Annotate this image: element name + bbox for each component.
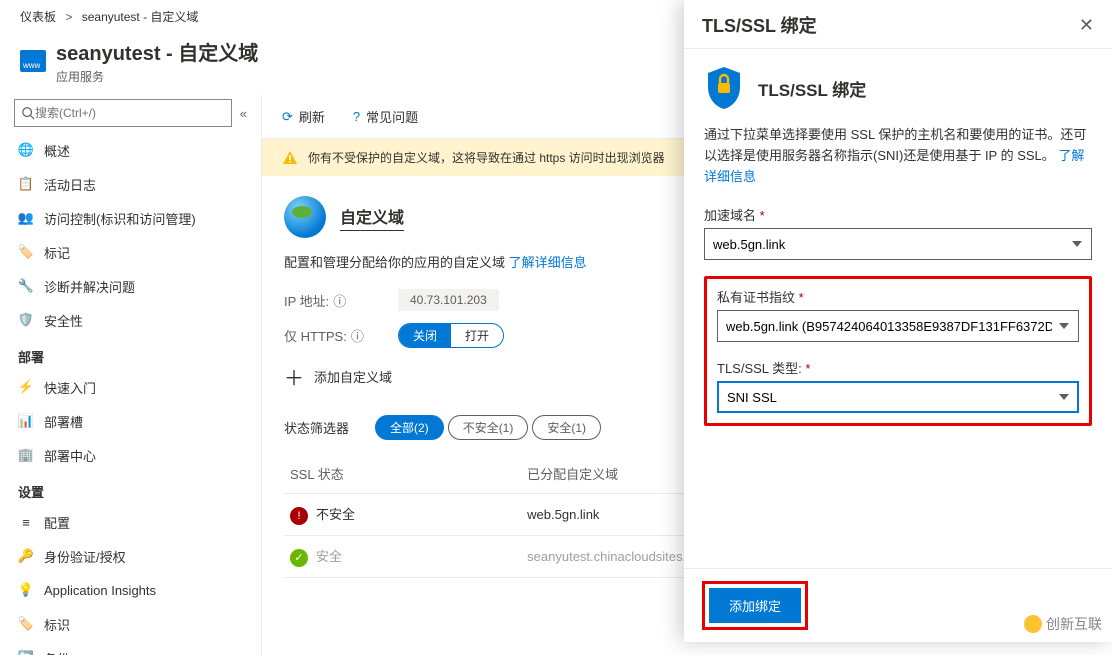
search-icon: [21, 106, 35, 120]
collapse-sidebar-icon[interactable]: «: [240, 106, 247, 121]
nav-icon: 👥: [18, 210, 34, 226]
thumb-label: 私有证书指纹 *: [717, 287, 1079, 306]
ip-value: 40.73.101.203: [398, 289, 499, 311]
nav-icon: 🔑: [18, 548, 34, 564]
sidebar-item[interactable]: 🔧 诊断并解决问题: [0, 269, 261, 303]
status-icon: !: [290, 507, 308, 525]
thumbprint-select[interactable]: web.5gn.link (B957424064013358E9387DF131…: [717, 310, 1079, 342]
faq-button[interactable]: ?常见问题: [353, 107, 418, 126]
sidebar-item[interactable]: ⚡ 快速入门: [0, 370, 261, 404]
sidebar-item-label: 访问控制(标识和访问管理): [44, 209, 196, 228]
nav-section-settings: 设置: [0, 472, 261, 505]
sidebar-item[interactable]: 🛡️ 安全性: [0, 303, 261, 337]
sidebar: « 🌐 概述 📋 活动日志 👥 访问控制(标识和访问管理) 🏷️ 标记 🔧 诊断并解决问题 🛡️ 安全…: [0, 95, 262, 655]
sidebar-item-label: 标识: [44, 615, 70, 634]
nav-icon: 🛡️: [18, 312, 34, 328]
panel-subtitle: TLS/SSL 绑定: [758, 76, 866, 101]
nav-icon: ≡: [18, 514, 34, 530]
nav-icon: 🌐: [18, 142, 34, 158]
https-label: 仅 HTTPS:: [284, 326, 347, 345]
close-icon[interactable]: ✕: [1079, 15, 1094, 36]
breadcrumb-root[interactable]: 仪表板: [20, 10, 56, 24]
tls-panel: TLS/SSL 绑定 ✕ TLS/SSL 绑定 通过下拉菜单选择要使用 SSL …: [684, 0, 1112, 642]
nav-section-deploy: 部署: [0, 337, 261, 370]
info-icon[interactable]: ⓘ: [351, 326, 364, 345]
plus-icon: ＋: [284, 362, 304, 391]
panel-title: TLS/SSL 绑定: [702, 12, 817, 38]
shield-icon: [704, 65, 744, 111]
sidebar-item-label: 安全性: [44, 311, 83, 330]
toggle-on[interactable]: 打开: [451, 324, 503, 347]
panel-desc: 通过下拉菜单选择要使用 SSL 保护的主机名和要使用的证书。还可以选择是使用服务…: [704, 125, 1092, 187]
ip-label: IP 地址:: [284, 291, 329, 310]
sidebar-item[interactable]: 🔑 身份验证/授权: [0, 539, 261, 573]
refresh-icon: ⟳: [282, 109, 293, 125]
sidebar-item-label: 部署中心: [44, 446, 96, 465]
host-select[interactable]: web.5gn.link: [704, 228, 1092, 260]
sidebar-item[interactable]: 🌐 概述: [0, 133, 261, 167]
search-input[interactable]: [35, 106, 225, 120]
sidebar-item-label: 活动日志: [44, 175, 96, 194]
page-title: seanyutest - 自定义域: [56, 37, 258, 66]
sidebar-item[interactable]: 🏷️ 标记: [0, 235, 261, 269]
warning-icon: [282, 150, 298, 166]
sidebar-item-label: 部署槽: [44, 412, 83, 431]
watermark: 创新互联: [1024, 614, 1102, 634]
nav-icon: 📊: [18, 413, 34, 429]
cell-status: !不安全: [284, 494, 521, 536]
help-icon: ?: [353, 109, 360, 124]
sidebar-item[interactable]: 👥 访问控制(标识和访问管理): [0, 201, 261, 235]
nav-icon: 🏷️: [18, 244, 34, 260]
nav-icon: 📋: [18, 176, 34, 192]
app-service-icon: [20, 50, 46, 72]
learn-more-link[interactable]: 了解详细信息: [509, 255, 587, 270]
info-icon[interactable]: ⓘ: [333, 291, 346, 310]
toggle-off[interactable]: 关闭: [399, 324, 451, 347]
pill-secure[interactable]: 安全(1): [532, 415, 601, 440]
th-ssl: SSL 状态: [284, 454, 521, 494]
filter-label: 状态筛选器: [284, 418, 349, 437]
host-label: 加速域名 *: [704, 205, 1092, 224]
warning-text: 你有不受保护的自定义域，这将导致在通过 https 访问时出现浏览器: [308, 149, 665, 166]
nav-icon: 🔧: [18, 278, 34, 294]
refresh-button[interactable]: ⟳刷新: [282, 107, 325, 126]
add-domain-label: 添加自定义域: [314, 367, 392, 386]
sidebar-item-label: 概述: [44, 141, 70, 160]
status-icon: ✓: [290, 549, 308, 567]
https-toggle[interactable]: 关闭 打开: [398, 323, 504, 348]
sidebar-item-label: 身份验证/授权: [44, 547, 126, 566]
sidebar-item-label: 标记: [44, 243, 70, 262]
nav-icon: ⚡: [18, 379, 34, 395]
sidebar-item-label: 备份: [44, 649, 70, 655]
sidebar-item[interactable]: 📊 部署槽: [0, 404, 261, 438]
sidebar-item[interactable]: 💡 Application Insights: [0, 573, 261, 607]
type-label: TLS/SSL 类型: *: [717, 358, 1079, 377]
sidebar-item-label: 配置: [44, 513, 70, 532]
section-title: 自定义域: [340, 204, 404, 231]
sidebar-item-label: 快速入门: [44, 378, 96, 397]
sidebar-item[interactable]: ≡ 配置: [0, 505, 261, 539]
cell-status: ✓安全: [284, 536, 521, 578]
pill-insecure[interactable]: 不安全(1): [448, 415, 529, 440]
nav-icon: 💡: [18, 582, 34, 598]
sidebar-item-label: 诊断并解决问题: [44, 277, 135, 296]
nav-icon: 🏢: [18, 447, 34, 463]
globe-icon: [284, 196, 326, 238]
nav-icon: 🏷️: [18, 616, 34, 632]
nav-icon: 🔄: [18, 650, 34, 655]
sidebar-item[interactable]: 🏢 部署中心: [0, 438, 261, 472]
search-input-wrap[interactable]: [14, 99, 232, 127]
pill-all[interactable]: 全部(2): [375, 415, 444, 440]
sidebar-item[interactable]: 📋 活动日志: [0, 167, 261, 201]
tls-type-select[interactable]: SNI SSL: [717, 381, 1079, 413]
add-binding-button[interactable]: 添加绑定: [709, 588, 801, 623]
watermark-icon: [1024, 615, 1042, 633]
sidebar-item[interactable]: 🏷️ 标识: [0, 607, 261, 641]
breadcrumb-item: seanyutest - 自定义域: [82, 10, 199, 24]
breadcrumb-sep: >: [65, 10, 72, 24]
page-subtitle: 应用服务: [56, 68, 258, 85]
sidebar-item-label: Application Insights: [44, 583, 156, 598]
sidebar-item[interactable]: 🔄 备份: [0, 641, 261, 655]
